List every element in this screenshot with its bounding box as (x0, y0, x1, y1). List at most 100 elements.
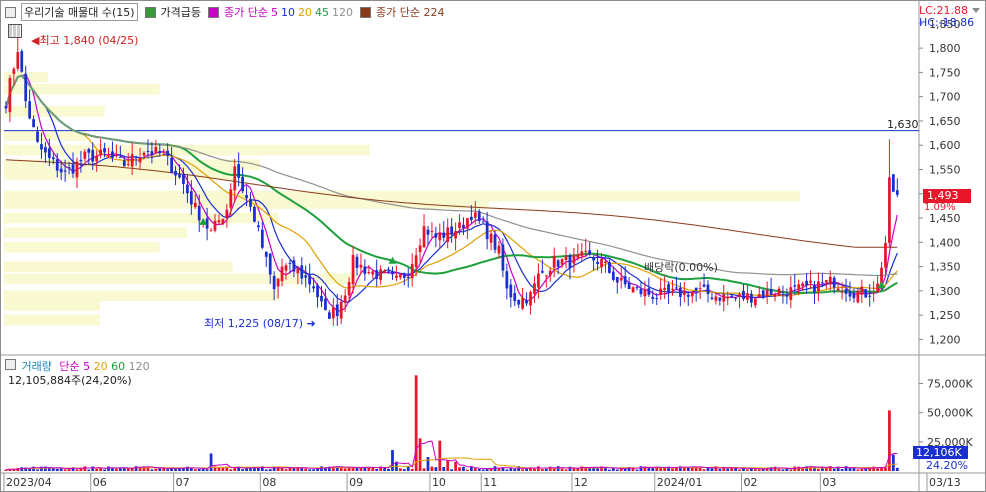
candle-body-121 (481, 221, 485, 223)
candle-body-194 (769, 289, 773, 295)
volume-bar-101 (402, 469, 406, 471)
volume-bar-216 (856, 469, 860, 471)
candle-body-173 (686, 294, 690, 297)
legend-box-icon[interactable] (5, 6, 16, 18)
candle-body-211 (836, 288, 840, 291)
candle-body-215 (852, 292, 856, 299)
candle-body-19 (79, 159, 83, 162)
volume-bar-73 (292, 468, 296, 471)
candle-body-171 (679, 287, 682, 297)
stock-chart: 1,2001,2501,3001,3501,4001,4501,5001,550… (1, 1, 985, 491)
candle-body-139 (552, 256, 556, 268)
min-arrow-icon: ➜ (303, 317, 316, 330)
candle-body-184 (730, 295, 734, 297)
max-price-label: ◀최고 1,840 (04/25) (31, 34, 139, 47)
candle-body-187 (742, 290, 745, 300)
long-ma-label[interactable]: 종가 단순 224 (376, 4, 444, 20)
candle-body-78 (312, 286, 315, 289)
price-tick-label: 1,800 (929, 42, 961, 55)
volume-bar-57 (229, 469, 233, 471)
signal-label[interactable]: 가격급등 (161, 4, 201, 20)
candle-body-193 (765, 289, 769, 296)
volume-bar-137 (544, 468, 548, 471)
candle-body-213 (844, 289, 848, 294)
candle-body-156 (619, 277, 623, 281)
date-tick-label: 03/13 (929, 476, 961, 489)
volume-bar-181 (718, 469, 722, 471)
volume-tick-label: 50,000K (927, 407, 973, 420)
candle-body-106 (422, 226, 426, 248)
volume-bar-26 (107, 466, 110, 471)
profile-bar-3 (4, 130, 87, 141)
candle-body-217 (860, 286, 864, 295)
volume-bar-103 (410, 468, 414, 471)
volume-bar-120 (477, 468, 481, 471)
candle-body-150 (596, 261, 599, 264)
volume-bar-78 (312, 469, 315, 471)
candle-body-67 (268, 253, 272, 275)
price-tick-label: 1,750 (929, 66, 961, 79)
volume-bar-106 (422, 468, 426, 471)
volume-bar-50 (201, 468, 205, 471)
price-tick-label: 1,400 (929, 236, 961, 249)
candle-body-101 (402, 274, 406, 278)
candle-body-80 (320, 295, 323, 302)
volume-bar-116 (462, 466, 465, 471)
candle-body-23 (95, 155, 99, 162)
candle-body-87 (347, 282, 351, 296)
candle-body-96 (383, 271, 386, 273)
volume-bar-178 (706, 467, 710, 471)
collapse-arrow-icon[interactable] (971, 5, 981, 15)
candle-body-216 (856, 290, 860, 303)
legend-title[interactable]: 우리기술 매물대 수(15) (21, 3, 138, 21)
candle-body-180 (714, 296, 718, 301)
candle-body-110 (438, 233, 442, 241)
candle-body-39 (158, 151, 162, 154)
candle-body-130 (517, 300, 521, 305)
candle-body-64 (257, 225, 260, 228)
candle-body-73 (292, 260, 296, 272)
candle-body-169 (671, 288, 674, 290)
candle-body-167 (663, 288, 666, 290)
current-price-badge: 1,493 (923, 189, 971, 203)
volume-bar-90 (359, 467, 363, 471)
volume-bar-100 (398, 468, 402, 471)
current-pct-label: 1.09% (924, 202, 956, 213)
candle-body-45 (182, 173, 185, 184)
candle-body-103 (410, 263, 414, 279)
candle-body-207 (820, 282, 824, 284)
candle-body-117 (466, 218, 469, 229)
candle-body-71 (284, 265, 288, 271)
candle-body-60 (241, 176, 244, 192)
volume-bar-134 (533, 468, 536, 471)
signal-box-icon (144, 6, 156, 18)
volume-bar-94 (375, 468, 379, 471)
date-tick-label: 09 (349, 476, 363, 489)
volume-bar-22 (91, 466, 95, 471)
candle-body-118 (469, 216, 473, 220)
ma-label[interactable]: 종가 단순 (224, 4, 268, 20)
date-tick-label: 02 (744, 476, 758, 489)
candle-body-220 (872, 292, 876, 294)
lc-hc-indicator: LC:21.88 HC:-18.86 (919, 5, 974, 29)
volume-bar-13 (55, 468, 59, 471)
volume-bar-177 (702, 469, 706, 471)
candle-body-199 (789, 287, 793, 300)
volume-bar-72 (288, 467, 292, 471)
candle-body-174 (690, 291, 694, 297)
volume-bar-113 (450, 469, 454, 471)
candle-body-94 (375, 270, 379, 279)
candle-body-18 (75, 161, 79, 178)
candle-body-115 (458, 222, 461, 229)
volume-bar-62 (249, 468, 252, 471)
volume-bar-221 (876, 468, 879, 471)
candle-body-203 (805, 280, 808, 286)
ma-period-20: 20 (298, 5, 313, 19)
volume-bar-179 (710, 468, 714, 471)
candle-body-52 (209, 230, 213, 232)
min-price-label: 최저 1,225 (08/17) ➜ (204, 317, 316, 330)
candle-body-214 (848, 291, 852, 297)
volume-bar-43 (174, 468, 177, 471)
settings-grid-icon[interactable] (8, 24, 22, 38)
volume-bar-226 (895, 467, 899, 471)
